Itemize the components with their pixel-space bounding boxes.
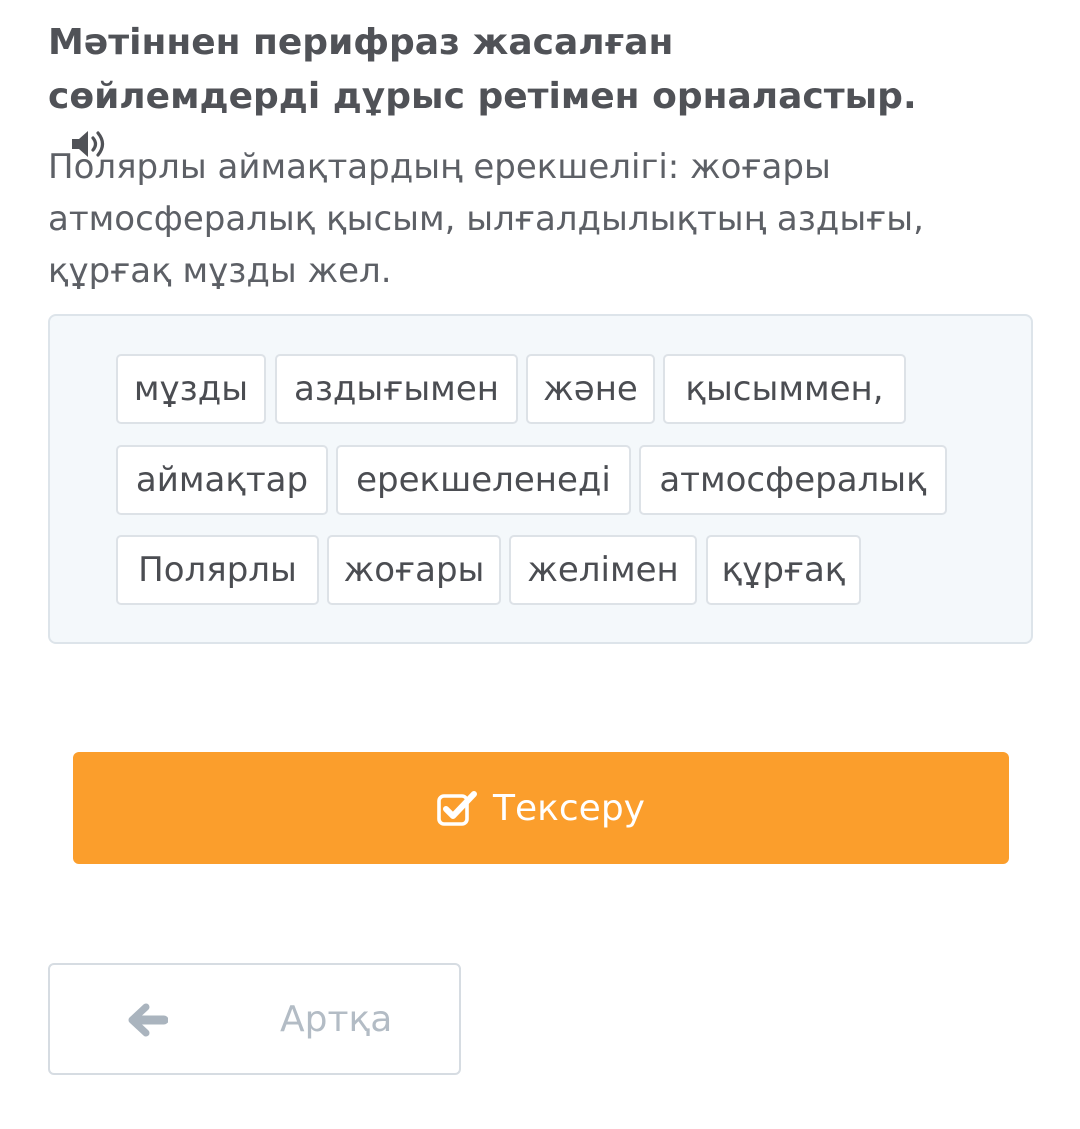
word-chip[interactable]: және — [526, 354, 655, 424]
back-button-label: Артқа — [280, 999, 393, 1040]
word-chip[interactable]: қысыммен, — [663, 354, 906, 424]
word-chip[interactable]: ерекшеленеді — [336, 445, 631, 515]
word-bank: мұзды аздығымен және қысыммен, аймақтар … — [48, 314, 1033, 644]
word-chip[interactable]: аймақтар — [116, 445, 328, 515]
word-chip[interactable]: атмосфералық — [639, 445, 947, 515]
prompt-text: Полярлы аймақтардың ерекшелігі: жоғары а… — [48, 147, 924, 291]
word-chip[interactable]: аздығымен — [275, 354, 518, 424]
word-chip[interactable]: мұзды — [116, 354, 266, 424]
word-chip[interactable]: құрғақ — [706, 535, 861, 605]
check-button-label: Тексеру — [493, 787, 645, 829]
check-button[interactable]: Тексеру — [73, 752, 1009, 864]
word-chip[interactable]: желімен — [509, 535, 697, 605]
question-title-text: Мәтіннен перифраз жасалған сөйлемдерді д… — [48, 22, 917, 117]
back-button[interactable]: Артқа — [48, 963, 461, 1075]
checkbox-check-icon — [437, 790, 477, 826]
word-chip[interactable]: Полярлы — [116, 535, 319, 605]
arrow-left-icon — [128, 1003, 169, 1041]
word-chip[interactable]: жоғары — [327, 535, 501, 605]
